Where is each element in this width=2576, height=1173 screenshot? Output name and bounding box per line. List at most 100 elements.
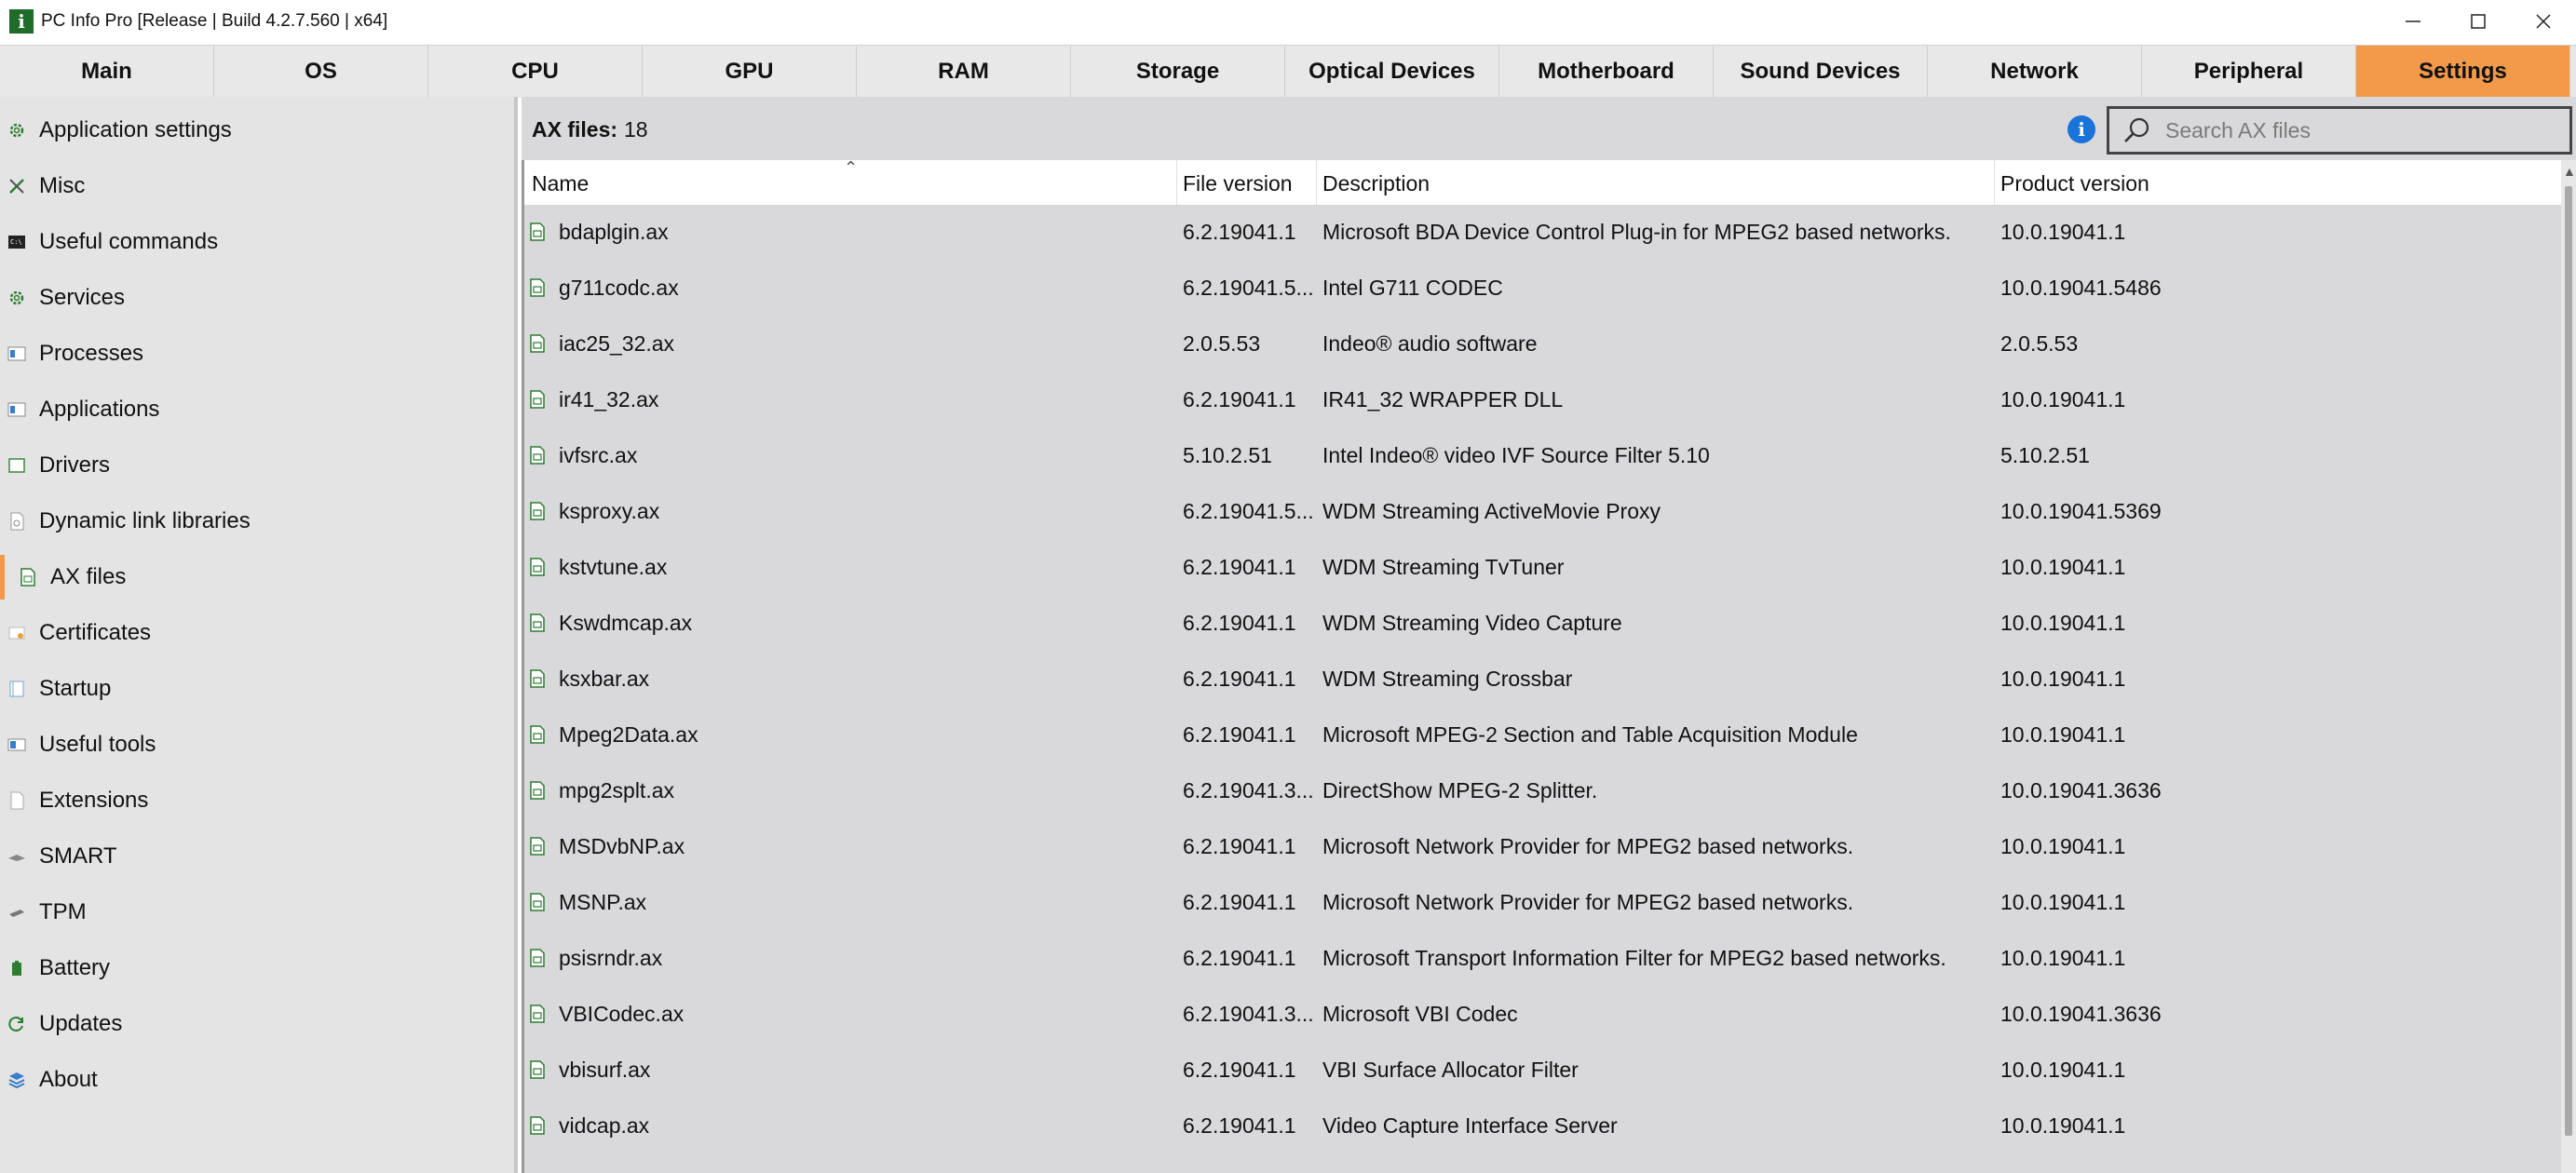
file-version-cell: 6.2.19041.1 [1183,722,1296,747]
column-separator[interactable] [1176,160,1177,205]
window-title: PC Info Pro [Release | Build 4.2.7.560 |… [41,11,388,31]
tab-peripheral[interactable]: Peripheral [2142,46,2356,98]
sidebar-item-ax-files[interactable]: AX files [0,549,514,605]
gear-icon [7,121,26,140]
sidebar-item-processes[interactable]: Processes [0,326,514,382]
table-row[interactable]: bdaplgin.ax 6.2.19041.1 Microsoft BDA Devi… [524,205,2561,261]
tab-settings[interactable]: Settings [2356,46,2570,98]
close-icon [2536,14,2551,29]
sidebar-item-drivers[interactable]: Drivers [0,438,514,493]
description-cell: VBI Surface Allocator Filter [1322,1058,1579,1082]
tab-network[interactable]: Network [1928,46,2142,98]
table-row[interactable]: VBICodec.ax 6.2.19041.3... Microsoft VBI C… [524,987,2561,1043]
search-box[interactable] [2107,106,2572,155]
column-header-file-version[interactable]: File version [1183,171,1293,196]
table-row[interactable]: Mpeg2Data.ax 6.2.19041.1 Microsoft MPEG-2 … [524,708,2561,763]
table-row[interactable]: mpg2splt.ax 6.2.19041.3... DirectShow MPEG… [524,763,2561,819]
table-row[interactable]: ksproxy.ax 6.2.19041.5... WDM Streaming Ac… [524,484,2561,540]
sidebar-item-misc[interactable]: Misc [0,158,514,214]
scrollbar-thumb[interactable] [2565,186,2572,1136]
sidebar-item-smart[interactable]: SMART [0,829,514,884]
ax-file-icon [530,1004,545,1023]
tab-sound-devices[interactable]: Sound Devices [1714,46,1928,98]
table-row[interactable]: vbisurf.ax 6.2.19041.1 VBI Surface Allocat… [524,1043,2561,1099]
table-row[interactable]: ir41_32.ax 6.2.19041.1 IR41_32 WRAPPER DLL… [524,372,2561,428]
ax-file-icon [530,1115,545,1135]
sidebar-item-battery[interactable]: Battery [0,940,514,996]
file-name-cell: ksproxy.ax [559,499,660,523]
dll-file-icon [7,512,26,531]
file-version-cell: 2.0.5.53 [1183,331,1261,356]
ax-file-icon [530,445,545,465]
table-row[interactable]: g711codc.ax 6.2.19041.5... Intel G711 CODE… [524,261,2561,317]
column-separator[interactable] [1316,160,1317,205]
column-header-description[interactable]: Description [1322,171,1430,196]
file-version-cell: 6.2.19041.1 [1183,611,1296,635]
ax-files-table: bdaplgin.ax 6.2.19041.1 Microsoft BDA Devi… [522,205,2561,1173]
file-name-cell: VBICodec.ax [559,1002,685,1026]
column-header-product-version[interactable]: Product version [2000,171,2149,196]
ax-file-icon [530,836,545,856]
description-cell: WDM Streaming ActiveMovie Proxy [1322,499,1661,523]
tab-motherboard[interactable]: Motherboard [1499,46,1714,98]
table-row[interactable]: vidcap.ax 6.2.19041.1 Video Capture Interf… [524,1099,2561,1154]
tab-storage[interactable]: Storage [1071,46,1285,98]
table-row[interactable]: kstvtune.ax 6.2.19041.1 WDM Streaming TvTu… [524,540,2561,596]
scroll-up-arrow-icon[interactable]: ▲ [2563,164,2576,179]
vertical-scrollbar[interactable]: ▲ [2561,160,2576,1173]
table-row[interactable]: psisrndr.ax 6.2.19041.1 Microsoft Transpor… [524,931,2561,987]
column-header-name[interactable]: Name [532,171,589,196]
sidebar-item-services[interactable]: Services [0,270,514,326]
file-name-cell: ivfsrc.ax [559,443,638,467]
table-row[interactable]: MSNP.ax 6.2.19041.1 Microsoft Network Prov… [524,875,2561,931]
description-cell: Intel G711 CODEC [1322,276,1503,300]
ax-file-icon [530,780,545,800]
table-row[interactable]: Kswdmcap.ax 6.2.19041.1 WDM Streaming Vide… [524,596,2561,652]
ax-files-panel: AX files: 18 i Name ⌃ File version Descr… [522,97,2576,1173]
description-cell: WDM Streaming TvTuner [1322,555,1565,579]
tab-gpu[interactable]: GPU [643,46,857,98]
sidebar-item-applications[interactable]: Applications [0,382,514,438]
product-version-cell: 10.0.19041.3636 [2000,1002,2162,1026]
description-cell: WDM Streaming Crossbar [1322,667,1573,691]
file-name-cell: g711codc.ax [559,276,679,300]
table-row[interactable]: MSDvbNP.ax 6.2.19041.1 Microsoft Network P… [524,819,2561,875]
search-input[interactable] [2163,116,2555,144]
tab-ram[interactable]: RAM [857,46,1071,98]
tab-main[interactable]: Main [0,46,214,98]
file-version-cell: 6.2.19041.3... [1183,1002,1314,1026]
file-version-cell: 6.2.19041.1 [1183,555,1296,579]
column-separator[interactable] [1994,160,1995,205]
table-row[interactable]: ksxbar.ax 6.2.19041.1 WDM Streaming Crossb… [524,652,2561,708]
tab-os[interactable]: OS [214,46,428,98]
sidebar-item-dynamic-link-libraries[interactable]: Dynamic link libraries [0,493,514,549]
file-name-cell: MSDvbNP.ax [559,834,685,858]
sidebar-item-certificates[interactable]: Certificates [0,605,514,661]
ax-file-icon [530,277,545,297]
minimize-button[interactable] [2380,0,2446,43]
window-controls [2380,0,2576,43]
app-logo-icon: i [9,9,34,34]
active-indicator [0,555,5,600]
sidebar-item-label: Useful commands [39,229,219,254]
sidebar-item-application-settings[interactable]: Application settings [0,102,514,158]
tab-cpu[interactable]: CPU [428,46,643,98]
sidebar-item-extensions[interactable]: Extensions [0,773,514,829]
ax-file-icon [530,948,545,967]
sidebar-item-updates[interactable]: Updates [0,996,514,1052]
sidebar-item-startup[interactable]: Startup [0,661,514,717]
table-row[interactable]: ivfsrc.ax 5.10.2.51 Intel Indeo® video IVF… [524,428,2561,484]
file-version-cell: 6.2.19041.1 [1183,667,1296,691]
table-row[interactable]: iac25_32.ax 2.0.5.53 Indeo® audio software… [524,317,2561,372]
sidebar-item-about[interactable]: About [0,1052,514,1108]
sidebar-item-useful-commands[interactable]: C:\ Useful commands [0,214,514,270]
close-button[interactable] [2511,0,2576,43]
sidebar-item-tpm[interactable]: TPM [0,884,514,940]
tab-optical-devices[interactable]: Optical Devices [1285,46,1499,98]
maximize-button[interactable] [2446,0,2511,43]
info-icon[interactable]: i [2068,115,2095,143]
tools-icon [7,177,26,196]
description-cell: Microsoft Network Provider for MPEG2 bas… [1322,890,1854,914]
sidebar-item-useful-tools[interactable]: Useful tools [0,717,514,773]
description-cell: Microsoft VBI Codec [1322,1002,1518,1026]
